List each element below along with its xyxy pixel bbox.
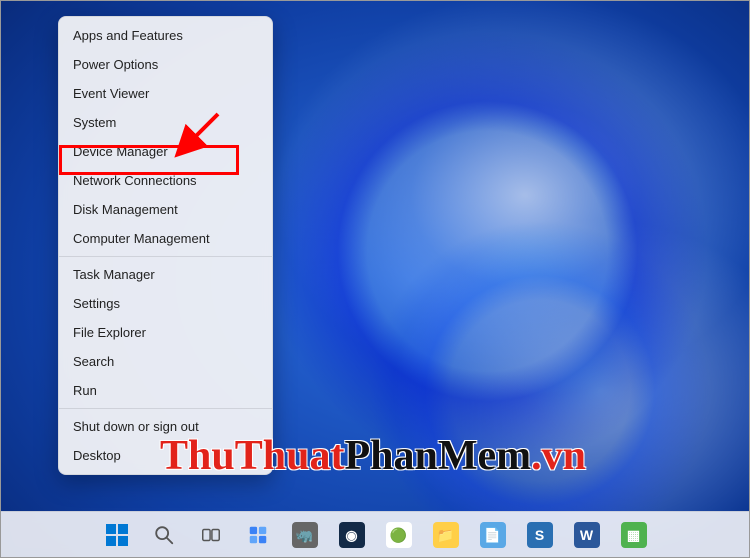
menu-settings[interactable]: Settings xyxy=(59,289,272,318)
garena-icon: 🟢 xyxy=(386,522,412,548)
steam-icon: ◉ xyxy=(339,522,365,548)
power-user-menu: Apps and Features Power Options Event Vi… xyxy=(58,16,273,475)
widgets-button[interactable] xyxy=(239,516,277,554)
search-button[interactable] xyxy=(145,516,183,554)
word-icon: W xyxy=(574,522,600,548)
menu-device-manager[interactable]: Device Manager xyxy=(59,137,272,166)
windows-logo-icon xyxy=(106,524,128,546)
app-steam[interactable]: ◉ xyxy=(333,516,371,554)
menu-run[interactable]: Run xyxy=(59,376,272,405)
app-word[interactable]: W xyxy=(568,516,606,554)
snagit-icon: S xyxy=(527,522,553,548)
app-rhino[interactable]: 🦏 xyxy=(286,516,324,554)
start-button[interactable] xyxy=(98,516,136,554)
app-regedit[interactable]: ▦ xyxy=(615,516,653,554)
menu-separator xyxy=(59,256,272,257)
regedit-icon: ▦ xyxy=(621,522,647,548)
widgets-icon xyxy=(247,524,269,546)
menu-event-viewer[interactable]: Event Viewer xyxy=(59,79,272,108)
app-notepad[interactable]: 📄 xyxy=(474,516,512,554)
menu-shut-down[interactable]: Shut down or sign out xyxy=(59,412,272,441)
menu-disk-management[interactable]: Disk Management xyxy=(59,195,272,224)
menu-desktop[interactable]: Desktop xyxy=(59,441,272,470)
menu-apps-and-features[interactable]: Apps and Features xyxy=(59,21,272,50)
notepad-icon: 📄 xyxy=(480,522,506,548)
app-snagit[interactable]: S xyxy=(521,516,559,554)
folder-icon: 📁 xyxy=(433,522,459,548)
task-view-icon xyxy=(200,524,222,546)
menu-computer-management[interactable]: Computer Management xyxy=(59,224,272,253)
task-view-button[interactable] xyxy=(192,516,230,554)
menu-network-connections[interactable]: Network Connections xyxy=(59,166,272,195)
menu-task-manager[interactable]: Task Manager xyxy=(59,260,272,289)
menu-system[interactable]: System xyxy=(59,108,272,137)
taskbar: 🦏 ◉ 🟢 📁 📄 S W ▦ xyxy=(0,511,750,558)
menu-power-options[interactable]: Power Options xyxy=(59,50,272,79)
search-icon xyxy=(153,524,175,546)
rhino-icon: 🦏 xyxy=(292,522,318,548)
menu-search[interactable]: Search xyxy=(59,347,272,376)
app-garena[interactable]: 🟢 xyxy=(380,516,418,554)
menu-separator xyxy=(59,408,272,409)
file-explorer[interactable]: 📁 xyxy=(427,516,465,554)
menu-file-explorer[interactable]: File Explorer xyxy=(59,318,272,347)
